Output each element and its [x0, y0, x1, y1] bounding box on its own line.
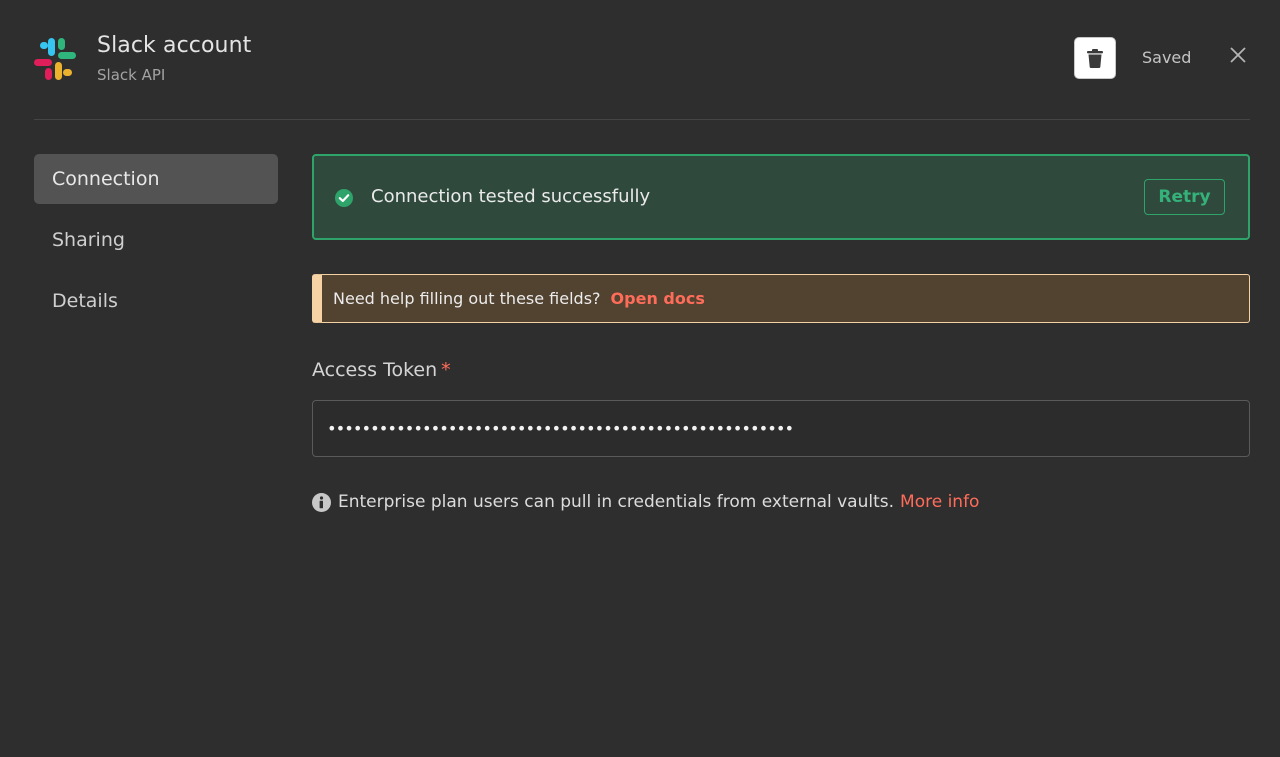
sidebar-item-connection[interactable]: Connection	[34, 154, 278, 204]
page-title: Slack account	[97, 33, 252, 58]
access-token-label: Access Token *	[312, 359, 451, 381]
vault-info: Enterprise plan users can pull in creden…	[312, 492, 979, 512]
check-circle-icon	[335, 189, 353, 207]
page-subtitle: Slack API	[97, 66, 166, 84]
modal-header: Slack account Slack API Saved	[34, 0, 1250, 120]
connection-panel: Connection tested successfully Retry Nee…	[312, 154, 1250, 512]
connection-success-banner: Connection tested successfully Retry	[312, 154, 1250, 240]
open-docs-link[interactable]: Open docs	[611, 289, 705, 308]
more-info-link[interactable]: More info	[900, 492, 979, 512]
credential-modal: Slack account Slack API Saved Connection…	[0, 0, 1280, 757]
connection-status-text: Connection tested successfully	[371, 186, 651, 207]
sidebar-item-label: Connection	[52, 168, 160, 190]
close-icon[interactable]	[1228, 45, 1248, 65]
sidebar-nav: Connection Sharing Details	[34, 154, 278, 337]
slack-logo-icon	[34, 38, 76, 80]
sidebar-item-sharing[interactable]: Sharing	[34, 215, 278, 265]
sidebar-item-label: Sharing	[52, 229, 125, 251]
saved-status: Saved	[1142, 48, 1192, 67]
sidebar-item-label: Details	[52, 290, 118, 312]
help-banner: Need help filling out these fields? Open…	[312, 274, 1250, 323]
info-text: Enterprise plan users can pull in creden…	[338, 492, 895, 512]
access-token-label-text: Access Token	[312, 359, 438, 381]
trash-icon	[1087, 48, 1103, 68]
access-token-input[interactable]	[312, 400, 1250, 457]
delete-button[interactable]	[1074, 37, 1116, 79]
retry-button[interactable]: Retry	[1144, 179, 1225, 215]
required-marker: *	[441, 359, 451, 381]
help-text: Need help filling out these fields?	[333, 289, 601, 308]
info-icon	[312, 492, 331, 512]
sidebar-item-details[interactable]: Details	[34, 276, 278, 326]
